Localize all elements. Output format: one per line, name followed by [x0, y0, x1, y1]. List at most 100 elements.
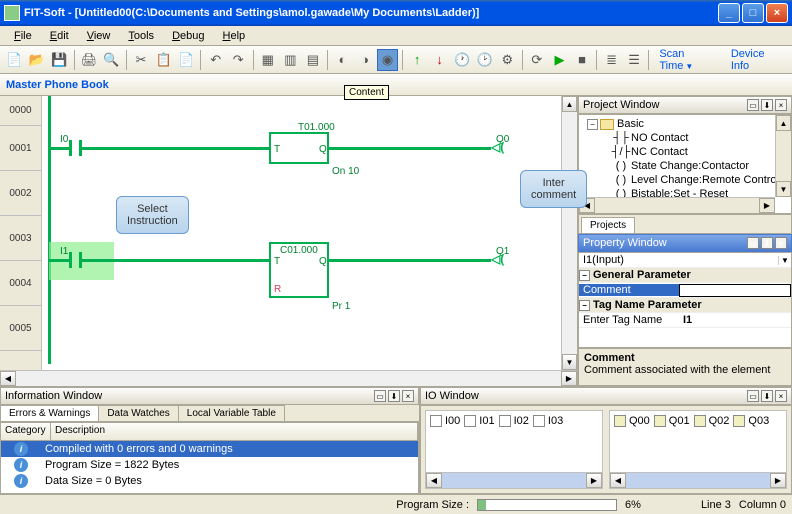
status-program-size: Program Size : — [396, 499, 469, 511]
tool2-icon[interactable]: ▥ — [280, 49, 301, 71]
coil-icon[interactable]: ◁( — [491, 252, 504, 266]
close-panel-icon[interactable]: × — [775, 390, 787, 402]
project-tabs: Projects — [578, 214, 792, 234]
io-checkbox[interactable] — [430, 415, 442, 427]
close-panel-icon[interactable]: × — [775, 99, 787, 111]
tool5-icon[interactable]: ◑ — [355, 49, 376, 71]
menu-file[interactable]: FFileile — [6, 28, 40, 44]
tab-errors[interactable]: Errors & Warnings — [0, 405, 99, 421]
print-icon[interactable]: 🖨 — [79, 49, 100, 71]
rung-num[interactable]: 0002 — [0, 171, 41, 216]
rung-num[interactable]: 0000 — [0, 96, 41, 126]
menu-edit[interactable]: Edit — [42, 28, 77, 44]
property-grid[interactable]: I1(Input)▼ −General Parameter Comment −T… — [578, 252, 792, 348]
tab-local-vars[interactable]: Local Variable Table — [178, 405, 285, 421]
io-window-header[interactable]: IO Window ▭ ⬇ × — [420, 387, 792, 405]
preview-icon[interactable]: 🔍 — [101, 49, 122, 71]
dock-icon[interactable]: ▭ — [747, 99, 759, 111]
rung-num[interactable]: 0005 — [0, 306, 41, 351]
ladder-canvas[interactable]: I0 T01.000 T Q On 10 Q0 ◁( I1 — [42, 96, 561, 370]
rung-num[interactable]: 0004 — [0, 261, 41, 306]
vertical-scrollbar[interactable]: ▲▼ — [561, 96, 577, 370]
dock-icon[interactable]: ▭ — [747, 390, 759, 402]
project-window-header[interactable]: Project Window ▭ ⬇ × — [578, 96, 792, 114]
play-icon[interactable]: ▶ — [549, 49, 570, 71]
coil-icon[interactable]: ◁( — [491, 140, 504, 154]
list2-icon[interactable]: ☰ — [624, 49, 645, 71]
close-button[interactable]: × — [766, 3, 788, 23]
menu-tools[interactable]: Tools — [120, 28, 162, 44]
title-bar: FIT-Soft - [Untitled00(C:\Documents and … — [0, 0, 792, 26]
menu-help[interactable]: Help — [215, 28, 254, 44]
progress-bar — [477, 499, 617, 511]
io-checkbox[interactable] — [499, 415, 511, 427]
io-checkbox[interactable] — [654, 415, 666, 427]
scan-time-link[interactable]: Scan Time▼ — [653, 48, 722, 72]
callout-select-instruction: SelectInstruction — [116, 196, 189, 234]
contact-label: I1 — [60, 246, 68, 257]
undo-icon[interactable]: ↶ — [205, 49, 226, 71]
copy-icon[interactable]: 📋 — [153, 49, 174, 71]
down-icon[interactable]: ↓ — [429, 49, 450, 71]
up-icon[interactable]: ↑ — [407, 49, 428, 71]
tool-active-icon[interactable]: ◉ — [377, 49, 398, 71]
content-tooltip: Content — [344, 85, 389, 100]
tool4-icon[interactable]: ◐ — [332, 49, 353, 71]
information-window: Information Window ▭ ⬇ × Errors & Warnin… — [0, 387, 420, 494]
status-bar: Program Size : 6% Line 3 Column 0 — [0, 494, 792, 514]
maximize-button[interactable]: □ — [742, 3, 764, 23]
pin-icon[interactable]: ⬇ — [761, 99, 773, 111]
dock-icon[interactable]: ▭ — [374, 390, 386, 402]
device-info-link[interactable]: Device Info — [725, 48, 788, 72]
rung-num[interactable]: 0001 — [0, 126, 41, 171]
io-checkbox[interactable] — [533, 415, 545, 427]
tab-data-watches[interactable]: Data Watches — [98, 405, 178, 421]
dock-icon[interactable]: ▭ — [747, 237, 759, 249]
clock2-icon[interactable]: 🕑 — [475, 49, 496, 71]
info-table[interactable]: CategoryDescription iCompiled with 0 err… — [0, 422, 419, 494]
minimize-button[interactable]: _ — [718, 3, 740, 23]
rung-num[interactable]: 0003 — [0, 216, 41, 261]
save-icon[interactable]: 💾 — [49, 49, 70, 71]
project-tree[interactable]: −Basic ┤├NO Contact ┤/├NC Contact ( )Sta… — [578, 114, 792, 214]
block-label: T01.000 — [298, 122, 335, 133]
tab-projects[interactable]: Projects — [581, 217, 635, 233]
open-icon[interactable]: 📂 — [27, 49, 48, 71]
close-panel-icon[interactable]: × — [402, 390, 414, 402]
io-checkbox[interactable] — [614, 415, 626, 427]
paste-icon[interactable]: 📄 — [176, 49, 197, 71]
menu-debug[interactable]: Debug — [164, 28, 212, 44]
secondary-toolbar: Master Phone Book Content — [0, 74, 792, 96]
table-row[interactable]: iData Size = 0 Bytes — [1, 473, 418, 489]
master-phone-book-link[interactable]: Master Phone Book — [6, 79, 109, 91]
stop-icon[interactable]: ■ — [572, 49, 593, 71]
ladder-editor[interactable]: 0000 0001 0002 0003 0004 0005 I0 T01.000 — [0, 96, 578, 386]
info-window-header[interactable]: Information Window ▭ ⬇ × — [0, 387, 419, 405]
table-row[interactable]: iCompiled with 0 errors and 0 warnings — [1, 441, 418, 457]
io-checkbox[interactable] — [694, 415, 706, 427]
clock-icon[interactable]: 🕐 — [452, 49, 473, 71]
menu-bar: FFileile Edit View Tools Debug Help — [0, 26, 792, 46]
horizontal-scrollbar[interactable]: ◀▶ — [0, 370, 577, 386]
io-inputs: I00 I01 I02 I03 ◀▶ — [425, 410, 603, 489]
gear-icon[interactable]: ⚙ — [497, 49, 518, 71]
tool3-icon[interactable]: ▤ — [303, 49, 324, 71]
list-icon[interactable]: ≣ — [601, 49, 622, 71]
io-window: IO Window ▭ ⬇ × I00 I01 I02 I03 ◀▶ Q00 Q… — [420, 387, 792, 494]
pin-icon[interactable]: ⬇ — [761, 237, 773, 249]
cut-icon[interactable]: ✂ — [131, 49, 152, 71]
new-icon[interactable]: 📄 — [4, 49, 25, 71]
redo-icon[interactable]: ↷ — [228, 49, 249, 71]
status-column: Column 0 — [739, 499, 786, 511]
pin-icon[interactable]: ⬇ — [761, 390, 773, 402]
tool-icon[interactable]: ▦ — [257, 49, 278, 71]
property-window-header[interactable]: Property Window ▭ ⬇ × — [578, 234, 792, 252]
pin-icon[interactable]: ⬇ — [388, 390, 400, 402]
io-checkbox[interactable] — [733, 415, 745, 427]
menu-view[interactable]: View — [79, 28, 119, 44]
io-outputs: Q00 Q01 Q02 Q03 ◀▶ — [609, 410, 787, 489]
refresh-icon[interactable]: ⟳ — [527, 49, 548, 71]
table-row[interactable]: iProgram Size = 1822 Bytes — [1, 457, 418, 473]
io-checkbox[interactable] — [464, 415, 476, 427]
close-panel-icon[interactable]: × — [775, 237, 787, 249]
